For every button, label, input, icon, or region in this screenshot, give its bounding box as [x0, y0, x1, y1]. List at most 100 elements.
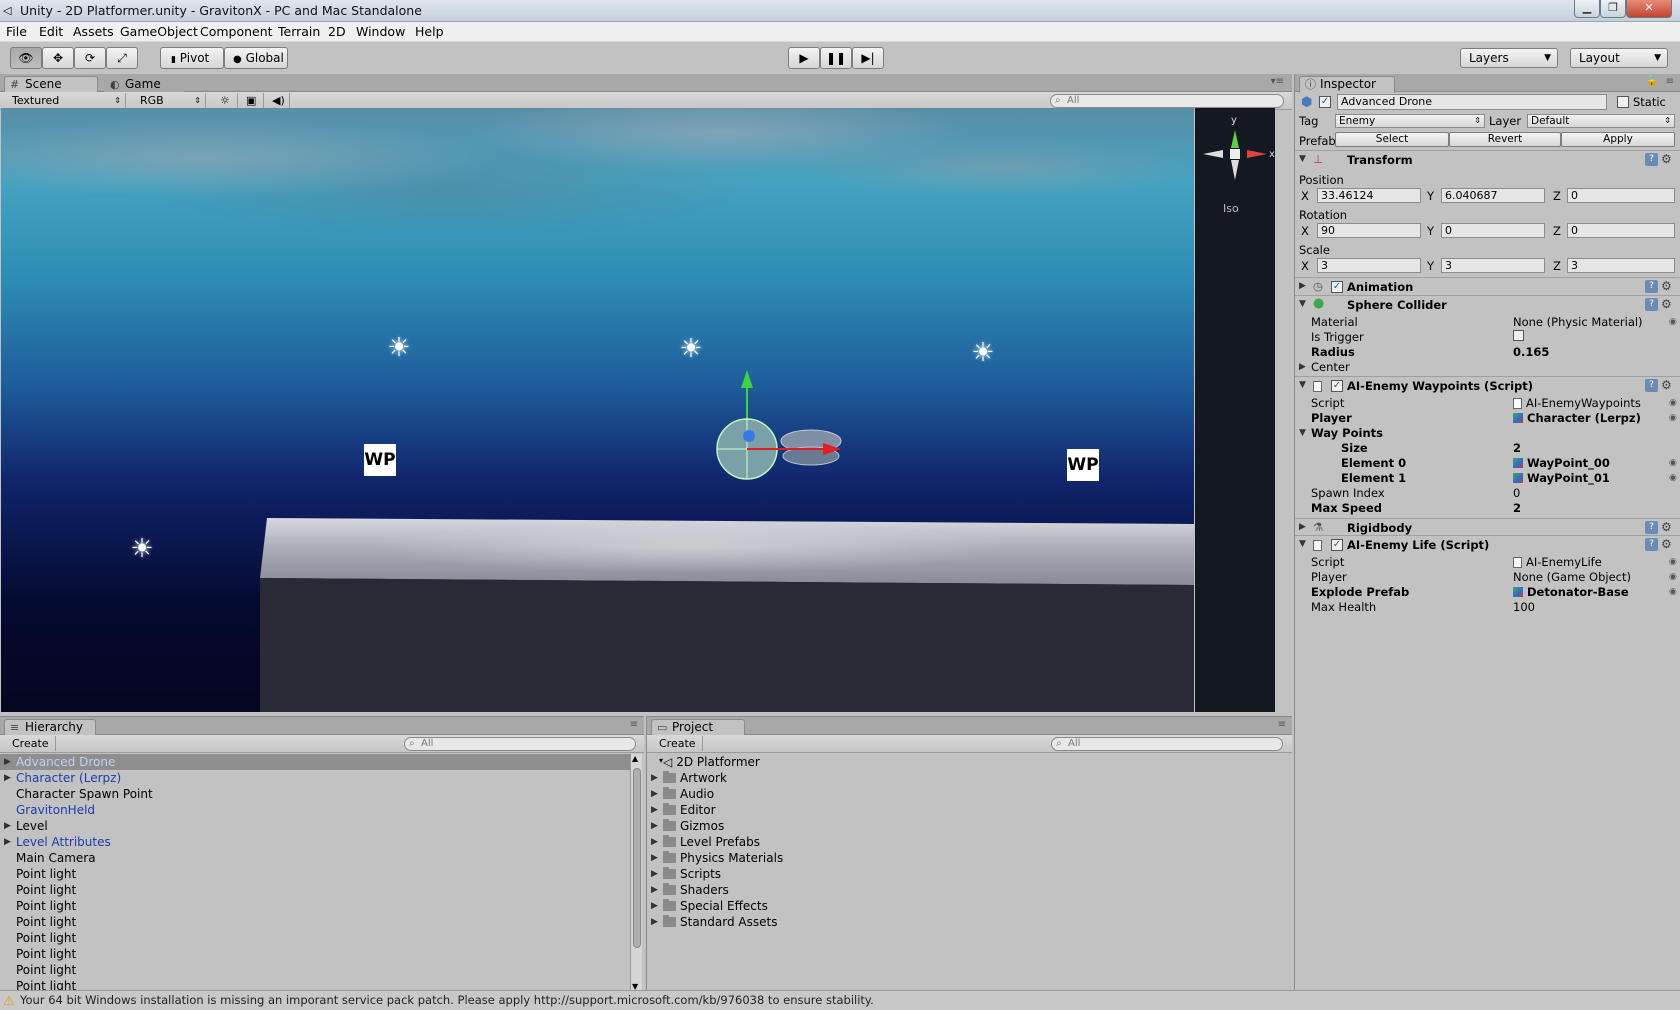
- menu-window[interactable]: Window: [356, 24, 405, 39]
- menu-help[interactable]: Help: [415, 24, 444, 39]
- collapse-arrow-icon[interactable]: ▶: [651, 818, 658, 834]
- element-1-field[interactable]: WayPoint_01: [1513, 471, 1610, 485]
- gear-icon[interactable]: ⚙: [1661, 520, 1672, 534]
- object-picker-icon[interactable]: ◉: [1669, 473, 1677, 483]
- scene-search-input[interactable]: ⌕ All: [1050, 94, 1284, 108]
- collapse-arrow-icon[interactable]: ▶: [651, 914, 658, 930]
- help-icon[interactable]: ?: [1645, 280, 1658, 293]
- waypoints-enabled-checkbox[interactable]: ✓: [1331, 380, 1343, 392]
- position-y-field[interactable]: 6.040687: [1441, 188, 1545, 203]
- object-picker-icon[interactable]: ◉: [1669, 398, 1677, 408]
- spawn-index-field[interactable]: 0: [1513, 486, 1520, 500]
- collapse-arrow-icon[interactable]: ▶: [4, 754, 11, 770]
- project-search-input[interactable]: ⌕ All: [1051, 737, 1283, 751]
- panel-menu-icon[interactable]: ≡: [1278, 719, 1286, 730]
- collapse-arrow-icon[interactable]: ▶: [651, 786, 658, 802]
- menu-terrain[interactable]: Terrain: [278, 24, 320, 39]
- object-picker-icon[interactable]: ◉: [1669, 458, 1677, 468]
- tab-scene[interactable]: # Scene: [4, 76, 98, 93]
- player-field[interactable]: None (Game Object): [1513, 570, 1631, 584]
- position-z-field[interactable]: 0: [1567, 188, 1675, 203]
- gear-icon[interactable]: ⚙: [1661, 378, 1672, 392]
- layer-dropdown[interactable]: Default ⇕: [1527, 114, 1675, 128]
- close-icon[interactable]: ✕: [1626, 0, 1672, 18]
- lighting-toggle-icon[interactable]: ☼: [214, 93, 238, 108]
- life-enabled-checkbox[interactable]: ✓: [1331, 539, 1343, 551]
- lock-icon[interactable]: 🔒: [1646, 76, 1658, 87]
- tag-dropdown[interactable]: Enemy ⇕: [1335, 114, 1485, 128]
- global-toggle[interactable]: ● Global: [224, 47, 288, 69]
- help-icon[interactable]: ?: [1645, 538, 1658, 551]
- object-picker-icon[interactable]: ◉: [1669, 413, 1677, 423]
- collapse-arrow-icon[interactable]: ▶: [1299, 362, 1306, 372]
- scale-z-field[interactable]: 3: [1567, 258, 1675, 273]
- menu-assets[interactable]: Assets: [73, 24, 114, 39]
- point-light-gizmo-icon[interactable]: ☀: [128, 535, 156, 563]
- script-field[interactable]: AI-EnemyWaypoints: [1513, 396, 1641, 410]
- player-field[interactable]: Character (Lerpz): [1513, 411, 1641, 425]
- radius-field[interactable]: 0.165: [1513, 345, 1549, 359]
- object-name-field[interactable]: Advanced Drone: [1337, 94, 1607, 110]
- collapse-arrow-icon[interactable]: ▶: [651, 834, 658, 850]
- object-picker-icon[interactable]: ◉: [1669, 317, 1677, 327]
- point-light-gizmo-icon[interactable]: ☀: [969, 339, 997, 367]
- transform-header[interactable]: ▼ ⊥ Transform ? ⚙: [1295, 150, 1680, 168]
- static-checkbox[interactable]: [1617, 96, 1629, 108]
- layout-dropdown[interactable]: Layout ▼: [1570, 48, 1668, 68]
- menu-2d[interactable]: 2D: [328, 24, 346, 39]
- scrollbar-thumb[interactable]: [633, 768, 641, 948]
- sphere-collider-header[interactable]: ▼ ● Sphere Collider ? ⚙: [1295, 295, 1680, 313]
- active-checkbox[interactable]: ✓: [1319, 96, 1331, 108]
- waypoint-01-gizmo[interactable]: WP: [1067, 449, 1099, 481]
- pivot-toggle[interactable]: ▮ Pivot: [160, 47, 224, 69]
- way-points-foldout[interactable]: Way Points: [1311, 426, 1383, 440]
- position-x-field[interactable]: 33.46124: [1317, 188, 1421, 203]
- panel-menu-icon[interactable]: ≡: [630, 719, 638, 730]
- rotate-tool-icon[interactable]: ⟳: [74, 47, 106, 69]
- status-bar[interactable]: ⚠ Your 64 bit Windows installation is mi…: [0, 990, 1680, 1010]
- hierarchy-search-input[interactable]: ⌕ All: [404, 737, 636, 751]
- create-dropdown[interactable]: Create ▾: [653, 736, 703, 765]
- projection-label[interactable]: Iso: [1223, 202, 1239, 215]
- pause-button[interactable]: ❚❚: [820, 47, 852, 69]
- hierarchy-scrollbar[interactable]: ▲ ▼: [630, 754, 642, 991]
- render-mode-dropdown[interactable]: Textured ⇕: [6, 93, 126, 108]
- image-toggle-icon[interactable]: ▣: [240, 93, 264, 108]
- scroll-up-icon[interactable]: ▲: [632, 754, 638, 763]
- material-field[interactable]: None (Physic Material): [1513, 315, 1643, 329]
- collapse-arrow-icon[interactable]: ▶: [651, 882, 658, 898]
- collapse-arrow-icon[interactable]: ▶: [651, 802, 658, 818]
- menu-gameobject[interactable]: GameObject: [120, 24, 198, 39]
- size-field[interactable]: 2: [1513, 441, 1521, 455]
- gear-icon[interactable]: ⚙: [1661, 152, 1672, 166]
- advanced-drone[interactable]: [691, 366, 891, 506]
- minimize-icon[interactable]: ▁: [1574, 0, 1600, 18]
- create-dropdown[interactable]: Create ▾: [6, 736, 56, 765]
- panel-menu-icon[interactable]: ≡: [1666, 76, 1674, 87]
- explode-prefab-field[interactable]: Detonator-Base: [1513, 585, 1629, 599]
- list-item[interactable]: ▶ Advanced Drone: [0, 754, 630, 770]
- max-speed-field[interactable]: 2: [1513, 501, 1521, 515]
- audio-toggle-icon[interactable]: ◀): [266, 93, 290, 108]
- scale-y-field[interactable]: 3: [1441, 258, 1545, 273]
- tab-project[interactable]: ▭ Project: [651, 719, 745, 736]
- expand-arrow-icon[interactable]: ▼: [1299, 428, 1306, 438]
- rotation-z-field[interactable]: 0: [1567, 223, 1675, 238]
- panel-menu-icon[interactable]: ▾≡: [1271, 76, 1284, 87]
- max-health-field[interactable]: 100: [1513, 600, 1535, 614]
- animation-header[interactable]: ▶ ◷ ✓ Animation ? ⚙: [1295, 277, 1680, 295]
- collapse-arrow-icon[interactable]: ▶: [4, 770, 11, 786]
- maximize-icon[interactable]: ❐: [1600, 0, 1626, 18]
- waypoint-00-gizmo[interactable]: WP: [364, 444, 396, 476]
- rotation-x-field[interactable]: 90: [1317, 223, 1421, 238]
- collapse-arrow-icon[interactable]: ▶: [4, 834, 11, 850]
- tab-hierarchy[interactable]: ≡ Hierarchy: [4, 719, 96, 736]
- life-script-header[interactable]: ▼ ✓ AI-Enemy Life (Script) ? ⚙: [1295, 535, 1680, 553]
- prefab-select-button[interactable]: Select: [1335, 132, 1449, 147]
- move-y-arrow[interactable]: [741, 370, 753, 388]
- help-icon[interactable]: ?: [1645, 521, 1658, 534]
- object-picker-icon[interactable]: ◉: [1669, 587, 1677, 597]
- rigidbody-header[interactable]: ▶ ⚗ Rigidbody ? ⚙: [1295, 518, 1680, 536]
- play-button[interactable]: ▶: [788, 47, 820, 69]
- tab-inspector[interactable]: ⓘ Inspector: [1299, 76, 1395, 93]
